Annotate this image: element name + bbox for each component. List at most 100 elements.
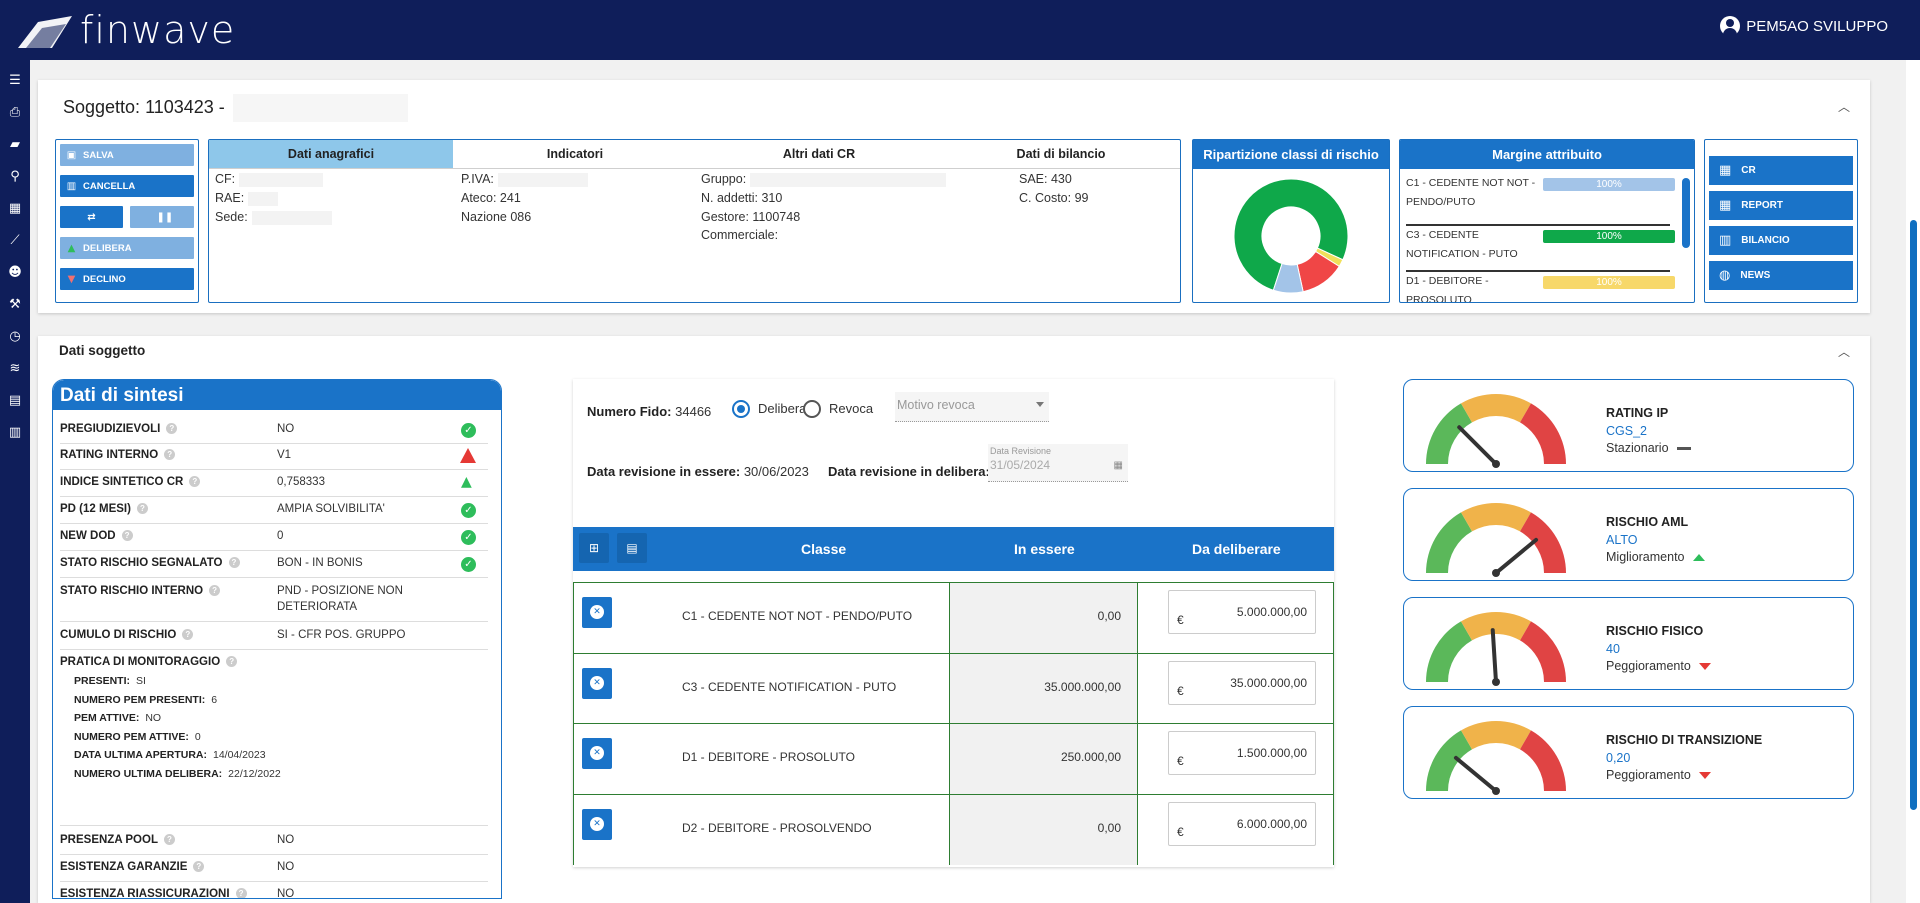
delibera-button[interactable]: ▲ DELIBERA (60, 237, 194, 259)
excel-export-button[interactable]: ▤ (617, 533, 647, 563)
ripartizione-panel: Ripartizione classi di rischio (1192, 139, 1390, 303)
gauge-title: RISCHIO AML (1606, 515, 1689, 529)
data-revisione-input[interactable]: Data Revisione 31/05/2024 ▦ (988, 444, 1128, 482)
piva-field: P.IVA: (461, 172, 588, 187)
help-icon[interactable]: ? (209, 585, 221, 597)
classe-cell: C3 - CEDENTE NOTIFICATION - PUTO (682, 679, 897, 694)
sintesi-key: STATO RISCHIO SEGNALATO? (60, 557, 240, 569)
declino-button[interactable]: ▼ DECLINO (60, 268, 194, 290)
risk-gauge-card: RATING IP CGS_2 Stazionario (1403, 379, 1854, 472)
fido-table-row: D2 - DEBITORE - PROSOLVENDO 0,00 €6.000.00… (573, 793, 1334, 865)
revoca-radio[interactable] (803, 400, 821, 418)
user-name: PEM5AO SVILUPPO (1746, 17, 1888, 35)
bilancio-button[interactable]: ▥ BILANCIO (1709, 226, 1853, 255)
user-account-icon (1720, 16, 1741, 36)
warning-icon (460, 448, 476, 463)
remove-row-button[interactable] (582, 597, 612, 628)
help-icon[interactable]: ? (189, 476, 201, 488)
gauge-needle (1453, 755, 1498, 793)
gauge-value: CGS_2 (1606, 424, 1647, 438)
col-in-essere: In essere (1014, 541, 1075, 557)
da-deliberare-input[interactable]: €1.500.000,00 (1168, 731, 1316, 775)
layers-icon[interactable]: ≋ (7, 362, 23, 376)
remove-row-button[interactable] (582, 808, 612, 840)
monitoraggio-item: NUMERO ULTIMA DELIBERA: 22/12/2022 (74, 767, 281, 780)
help-icon[interactable]: ? (193, 861, 205, 873)
help-icon[interactable]: ? (226, 656, 238, 668)
menu-icon[interactable]: ☰ (7, 74, 23, 88)
delibera-radio[interactable] (732, 400, 750, 418)
cancella-button[interactable]: ▥ CANCELLA (60, 175, 194, 197)
table-icon[interactable]: ▥ (7, 426, 23, 440)
collapse-chevron-icon[interactable]: ︿ (1838, 343, 1850, 360)
gauge-trend: Peggioramento (1606, 659, 1711, 673)
chat-icon[interactable]: ▰ (7, 138, 23, 152)
gauge-trend: Peggioramento (1606, 768, 1711, 782)
left-sidebar: ☰ ⎙ ▰ ⚲ ▦ ⟋ ☻ ⚒ ◷ ≋ ▤ ▥ (0, 60, 30, 903)
refresh-button[interactable]: ⇄ (60, 206, 123, 228)
risk-class-donut-chart (1233, 178, 1349, 294)
attachment-icon[interactable]: ⚲ (7, 170, 23, 184)
help-icon[interactable]: ? (164, 449, 176, 461)
motivo-revoca-select[interactable]: Motivo revoca (895, 392, 1049, 422)
currency-symbol: € (1177, 754, 1184, 768)
clock-icon[interactable]: ◷ (7, 330, 23, 344)
rae-field: RAE: (215, 191, 279, 206)
ateco-field: Ateco: 241 (461, 191, 521, 205)
data-revisione-essere: Data revisione in essere: 30/06/2023 (587, 464, 809, 479)
margine-scrollbar[interactable] (1682, 178, 1690, 248)
tab-dati-bilancio[interactable]: Dati di bilancio (941, 140, 1181, 168)
da-deliberare-input[interactable]: €5.000.000,00 (1168, 590, 1316, 634)
help-icon[interactable]: ? (235, 888, 247, 898)
monitoraggio-item: DATA ULTIMA APERTURA: 14/04/2023 (74, 749, 266, 761)
margine-panel: Margine attribuito C1 - CEDENTE NOT NOT … (1399, 139, 1695, 303)
gauge-trend: Miglioramento (1606, 550, 1705, 564)
remove-row-button[interactable] (582, 738, 612, 769)
sintesi-key: PRATICA DI MONITORAGGIO? (60, 656, 238, 668)
caret-down-icon (1036, 402, 1044, 407)
salva-button[interactable]: ▣ SALVA (60, 144, 194, 166)
cr-button[interactable]: ▦ CR (1709, 156, 1853, 185)
help-icon[interactable]: ? (182, 629, 194, 641)
scrollbar-thumb[interactable] (1910, 220, 1917, 810)
help-icon[interactable]: ? (163, 834, 175, 846)
da-deliberare-input[interactable]: €35.000.000,00 (1168, 660, 1316, 705)
page-scrollbar[interactable] (1906, 60, 1920, 903)
users-icon[interactable]: ☻ (7, 266, 23, 280)
finwave-logo[interactable]: finwave (16, 8, 235, 52)
delibera-radio-label: Delibera (758, 401, 807, 416)
classe-cell: D1 - DEBITORE - PROSOLUTO (682, 750, 855, 764)
remove-row-button[interactable] (582, 667, 612, 699)
in-essere-cell: 35.000.000,00 (1044, 679, 1121, 694)
sintesi-key: NEW DOD? (60, 530, 133, 542)
tab-indicatori[interactable]: Indicatori (453, 140, 697, 168)
check-circle-icon: ✓ (461, 530, 476, 545)
print-icon[interactable]: ⎙ (7, 106, 23, 120)
user-menu[interactable]: PEM5AO SVILUPPO (1720, 16, 1888, 36)
hammer-icon[interactable]: ⚒ (7, 298, 23, 312)
sintesi-row: NEW DOD? 0 ✓ (60, 525, 488, 551)
calendar-check-icon[interactable]: ▦ (7, 202, 23, 216)
document-icon[interactable]: ▤ (7, 394, 23, 408)
gauge-title: RISCHIO DI TRANSIZIONE (1606, 733, 1763, 747)
trend-up-icon (1692, 553, 1705, 561)
help-icon[interactable]: ? (228, 557, 240, 569)
gauge-chart (1426, 503, 1566, 577)
help-icon[interactable]: ? (166, 423, 178, 435)
thumbs-up-icon: ▲ (67, 242, 76, 254)
sede-field: Sede: (215, 210, 332, 225)
help-icon[interactable]: ? (121, 530, 133, 542)
pause-button[interactable]: ❚❚ (130, 206, 194, 228)
add-row-button[interactable]: ⊞ (579, 533, 609, 563)
gauge-chart (1426, 612, 1566, 686)
tab-dati-anagrafici[interactable]: Dati anagrafici (209, 140, 453, 168)
news-button[interactable]: ◍ NEWS (1709, 261, 1853, 290)
sintesi-key: ESISTENZA GARANZIE? (60, 861, 205, 873)
report-button[interactable]: ▦ REPORT (1709, 191, 1853, 220)
da-deliberare-input[interactable]: €6.000.000,00 (1168, 801, 1316, 846)
help-icon[interactable]: ? (136, 503, 148, 515)
chart-line-icon[interactable]: ⟋ (7, 234, 23, 248)
currency-symbol: € (1177, 824, 1184, 839)
collapse-chevron-icon[interactable]: ︿ (1838, 98, 1850, 115)
tab-altri-dati-cr[interactable]: Altri dati CR (697, 140, 941, 168)
